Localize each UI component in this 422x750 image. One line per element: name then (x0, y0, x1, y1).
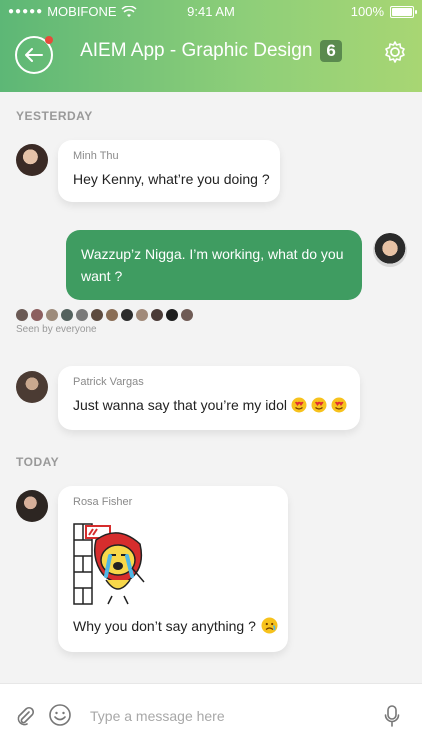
heart-eyes-emoji-icon (331, 397, 347, 413)
avatar-minh-thu[interactable] (16, 144, 48, 176)
section-label-today: TODAY (16, 455, 60, 469)
chat-title: AIEM App - Graphic Design (80, 40, 313, 61)
battery-icon (390, 5, 417, 18)
message-text: Hey Kenny, what’re you doing ? (73, 171, 270, 187)
message-text-row: Why you don’t say anything ? (73, 617, 278, 634)
chat-header: ●●●●● MOBIFONE 9:41 AM 100% AIEM App - G… (0, 0, 422, 92)
seen-avatar (31, 309, 43, 321)
paperclip-icon (17, 706, 35, 726)
gear-icon (385, 41, 405, 63)
voice-button[interactable] (384, 704, 400, 728)
seen-avatar (151, 309, 163, 321)
settings-button[interactable] (383, 40, 407, 64)
avatar-me[interactable] (373, 233, 407, 267)
message-composer: Type a message here (0, 683, 422, 750)
heart-eyes-emoji-icon (311, 397, 327, 413)
message-text-line1: Wazzup’z Nigga. I’m working, what do you (81, 246, 344, 262)
attach-button[interactable] (14, 705, 36, 727)
seen-avatar (76, 309, 88, 321)
my-message-bubble: Wazzup’z Nigga. I’m working, what do you… (66, 230, 362, 300)
message-bubble-rosa-fisher: Rosa Fisher Why you don’t say anything ? (58, 486, 288, 652)
message-text: Why you don’t say anything ? (73, 617, 256, 634)
status-right: 100% (350, 4, 417, 19)
message-bubble-patrick-vargas: Patrick Vargas Just wanna say that you’r… (58, 366, 360, 430)
battery-percent: 100% (350, 4, 384, 19)
message-bubble-minh-thu: Minh Thu Hey Kenny, what’re you doing ? (58, 140, 280, 202)
message-text: Just wanna say that you’re my idol (73, 397, 287, 413)
seen-avatar (61, 309, 73, 321)
message-text-line2: want ? (81, 268, 123, 284)
avatar-rosa-fisher[interactable] (16, 490, 48, 522)
microphone-icon (384, 705, 400, 727)
section-label-yesterday: YESTERDAY (16, 109, 93, 123)
seen-avatar (181, 309, 193, 321)
crying-sticker-image[interactable] (72, 518, 160, 606)
seen-avatar (91, 309, 103, 321)
seen-avatar (106, 309, 118, 321)
sender-name: Patrick Vargas (73, 376, 144, 388)
seen-avatar (16, 309, 28, 321)
seen-avatar (136, 309, 148, 321)
seen-avatar (121, 309, 133, 321)
sender-name: Minh Thu (73, 150, 119, 162)
message-text-row: Just wanna say that you’re my idol (73, 397, 347, 413)
seen-by-label: Seen by everyone (16, 324, 97, 335)
avatar-patrick-vargas[interactable] (16, 371, 48, 403)
chat-title-wrap: AIEM App - Graphic Design 6 (0, 40, 422, 62)
status-bar: ●●●●● MOBIFONE 9:41 AM 100% (0, 0, 422, 22)
seen-avatar (46, 309, 58, 321)
heart-eyes-emoji-icon (291, 397, 307, 413)
emoji-button[interactable] (48, 703, 72, 727)
emoji-icon (49, 704, 71, 726)
seen-avatars (16, 309, 193, 321)
crying-sticker-icon (73, 523, 145, 605)
sad-emoji-icon (261, 617, 278, 634)
sender-name: Rosa Fisher (73, 496, 133, 508)
message-input[interactable]: Type a message here (90, 708, 225, 724)
seen-avatar (166, 309, 178, 321)
member-count-badge: 6 (320, 40, 342, 62)
